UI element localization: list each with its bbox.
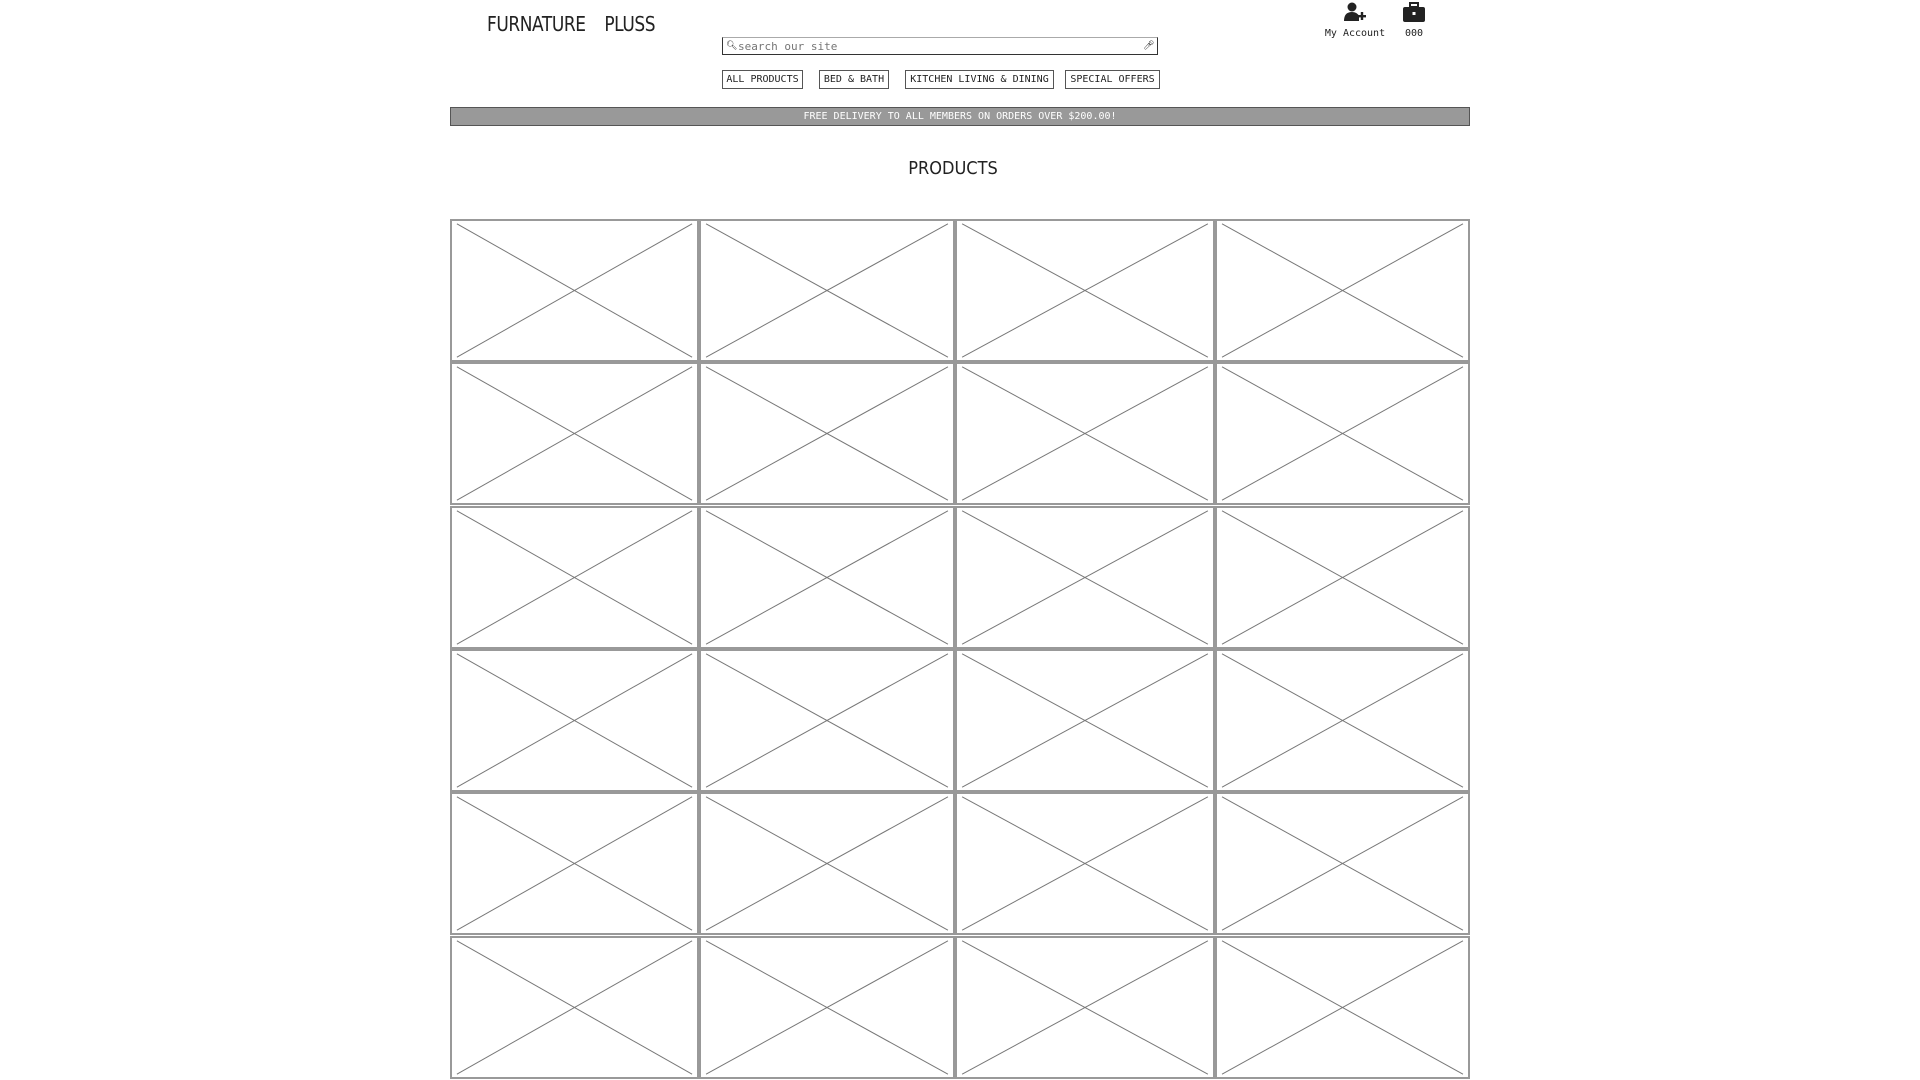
page-title: PRODUCTS [908, 158, 998, 179]
search-input[interactable] [736, 39, 1143, 53]
logo-word-1: FURNATURE [487, 12, 586, 36]
product-image-placeholder[interactable] [1215, 649, 1470, 792]
product-image-placeholder[interactable] [699, 936, 955, 1079]
product-image-placeholder[interactable] [699, 362, 955, 505]
image-placeholder-icon [957, 938, 1213, 1077]
search-bar: 🔍︎ 🎤︎ [722, 37, 1158, 55]
image-placeholder-icon [957, 364, 1213, 503]
my-account-link[interactable]: My Account [1322, 0, 1388, 39]
briefcase-icon [1403, 2, 1425, 22]
product-image-placeholder[interactable] [955, 219, 1215, 362]
product-image-placeholder[interactable] [955, 649, 1215, 792]
image-placeholder-icon [957, 794, 1213, 933]
product-image-placeholder[interactable] [955, 506, 1215, 649]
cart-count: 000 [1404, 28, 1424, 39]
user-add-icon [1344, 2, 1366, 21]
microphone-icon[interactable]: 🎤︎ [1143, 41, 1154, 51]
nav-kitchen-living-dining[interactable]: KITCHEN LIVING & DINING [905, 70, 1054, 89]
search-icon[interactable]: 🔍︎ [726, 41, 737, 51]
site-logo[interactable]: FURNATURE PLUSS [487, 12, 674, 36]
image-placeholder-icon [701, 651, 953, 790]
product-image-placeholder[interactable] [1215, 936, 1470, 1079]
image-placeholder-icon [452, 364, 697, 503]
nav-all-products[interactable]: ALL PRODUCTS [722, 70, 803, 89]
image-placeholder-icon [957, 651, 1213, 790]
nav-special-offers[interactable]: SPECIAL OFFERS [1065, 70, 1160, 89]
product-image-placeholder[interactable] [450, 936, 699, 1079]
image-placeholder-icon [1217, 651, 1468, 790]
image-placeholder-icon [452, 221, 697, 360]
product-image-placeholder[interactable] [1215, 506, 1470, 649]
logo-word-2: PLUSS [604, 12, 656, 36]
image-placeholder-icon [1217, 364, 1468, 503]
product-image-placeholder[interactable] [699, 792, 955, 935]
product-image-placeholder[interactable] [955, 792, 1215, 935]
image-placeholder-icon [701, 364, 953, 503]
image-placeholder-icon [452, 794, 697, 933]
image-placeholder-icon [701, 508, 953, 647]
promo-banner: FREE DELIVERY TO ALL MEMBERS ON ORDERS O… [450, 107, 1470, 126]
product-image-placeholder[interactable] [1215, 792, 1470, 935]
product-image-placeholder[interactable] [699, 506, 955, 649]
product-image-placeholder[interactable] [450, 792, 699, 935]
image-placeholder-icon [701, 221, 953, 360]
image-placeholder-icon [1217, 221, 1468, 360]
product-image-placeholder[interactable] [955, 362, 1215, 505]
product-image-placeholder[interactable] [450, 506, 699, 649]
product-image-placeholder[interactable] [1215, 362, 1470, 505]
image-placeholder-icon [957, 221, 1213, 360]
image-placeholder-icon [1217, 794, 1468, 933]
product-image-placeholder[interactable] [450, 219, 699, 362]
image-placeholder-icon [452, 938, 697, 1077]
product-image-placeholder[interactable] [450, 649, 699, 792]
product-image-placeholder[interactable] [955, 936, 1215, 1079]
product-image-placeholder[interactable] [1215, 219, 1470, 362]
image-placeholder-icon [1217, 508, 1468, 647]
nav-bed-bath[interactable]: BED & BATH [819, 70, 889, 89]
image-placeholder-icon [701, 938, 953, 1077]
image-placeholder-icon [701, 794, 953, 933]
my-account-label: My Account [1324, 28, 1386, 39]
product-grid [450, 219, 1470, 1079]
cart-link[interactable]: 000 [1398, 0, 1430, 39]
product-image-placeholder[interactable] [450, 362, 699, 505]
image-placeholder-icon [957, 508, 1213, 647]
product-image-placeholder[interactable] [699, 219, 955, 362]
image-placeholder-icon [452, 508, 697, 647]
image-placeholder-icon [452, 651, 697, 790]
image-placeholder-icon [1217, 938, 1468, 1077]
product-image-placeholder[interactable] [699, 649, 955, 792]
